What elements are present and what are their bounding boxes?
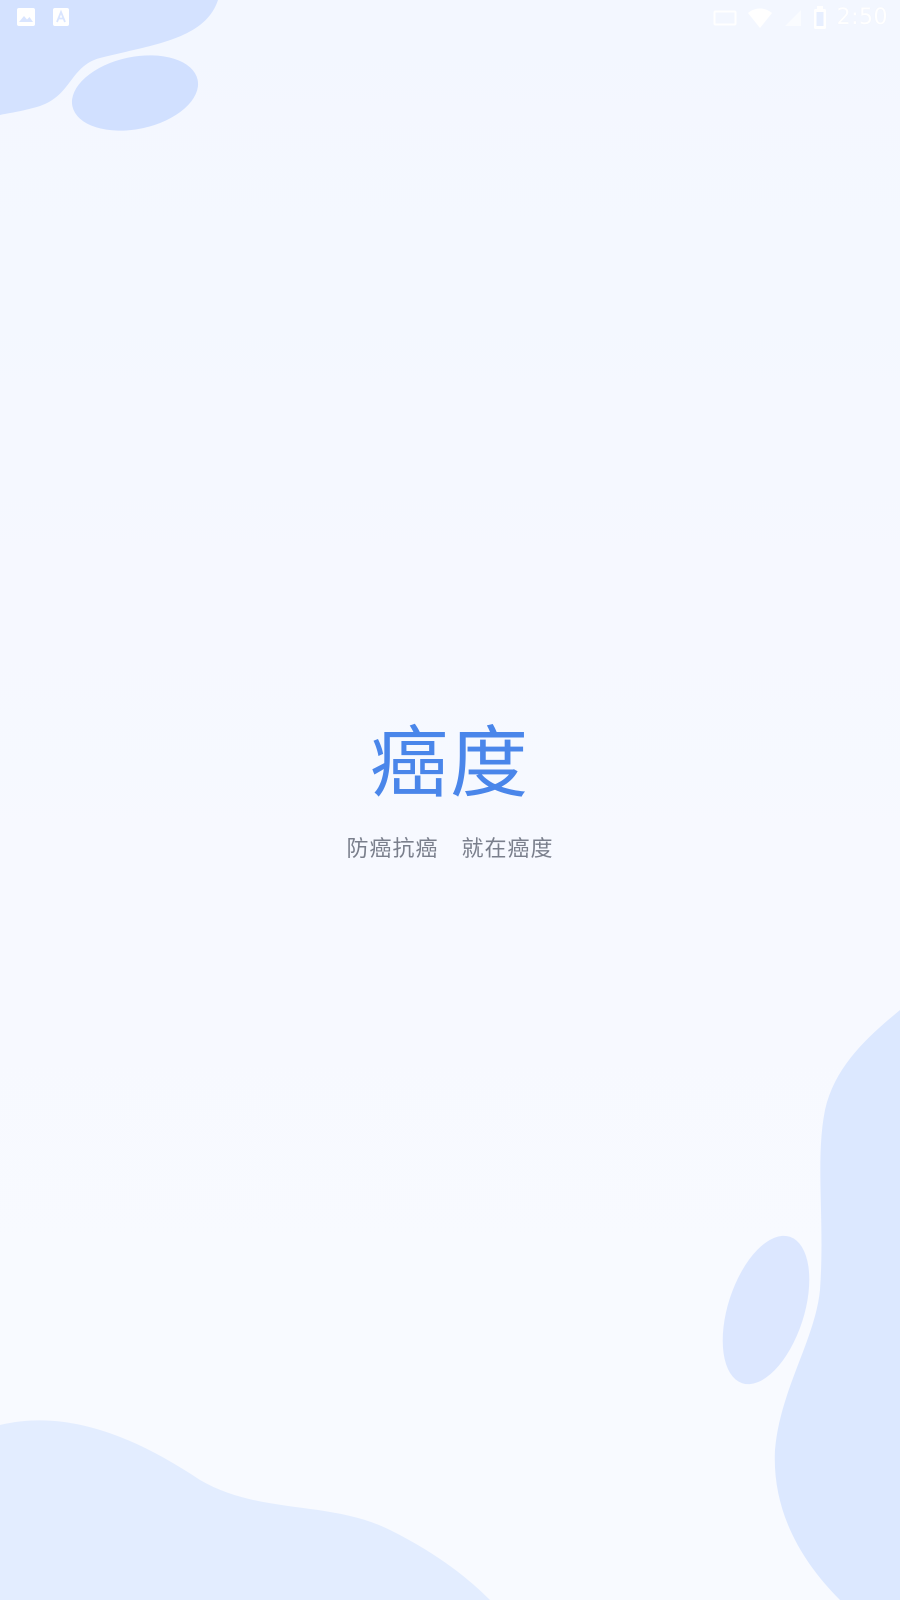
splash-screen: 2:50 癌度 防癌抗癌 就在癌度 [0,0,900,1600]
app-title: 癌度 [369,719,530,809]
app-a-notification-icon [53,8,69,26]
status-bar: 2:50 [0,0,900,36]
bottom-left-blob [0,1420,490,1600]
app-slogan: 防癌抗癌 就在癌度 [346,837,554,862]
status-time: 2:50 [836,5,888,30]
splash-logo-block: 癌度 防癌抗癌 就在癌度 [0,718,900,864]
status-bar-notifications [16,7,70,27]
cast-icon [713,10,737,26]
status-bar-system: 2:50 [713,5,888,31]
wifi-icon [747,8,772,28]
battery-icon [813,6,826,29]
gallery-notification-icon [17,8,35,26]
signal-icon [784,10,801,26]
